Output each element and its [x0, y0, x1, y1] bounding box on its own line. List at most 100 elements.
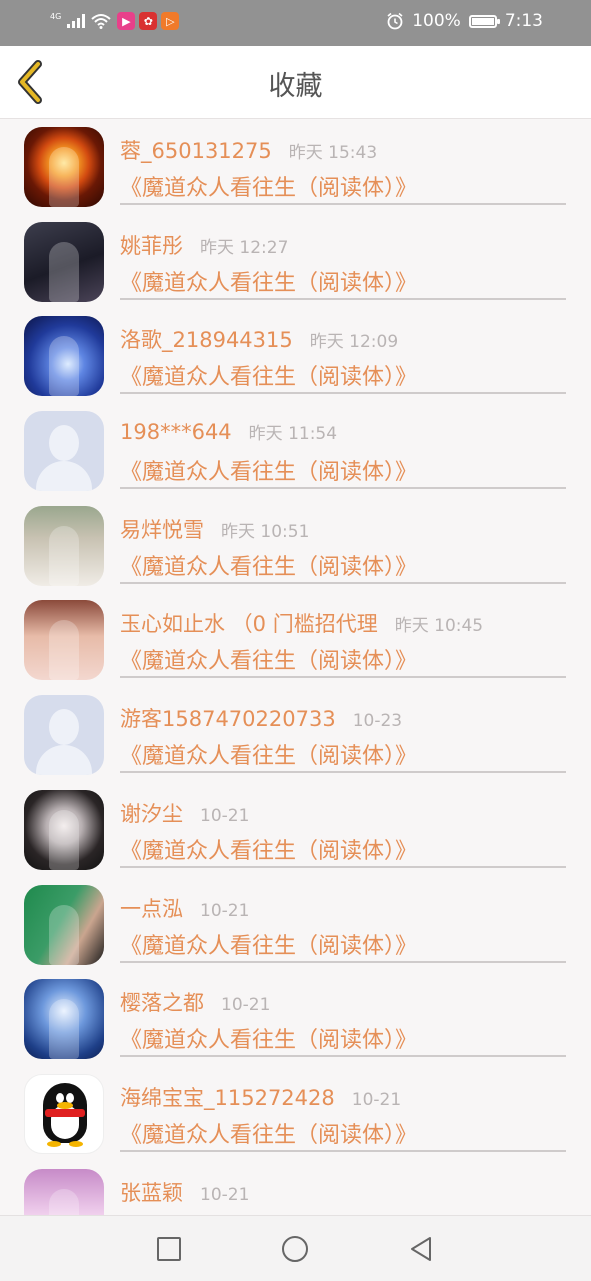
- lottery-app-icon: ✿: [139, 12, 158, 30]
- item-header: 海绵宝宝_115272428 10-21: [120, 1082, 401, 1112]
- back-nav-button[interactable]: [406, 1234, 436, 1264]
- username[interactable]: 一点泓: [120, 893, 183, 923]
- book-title-link[interactable]: 《魔道众人看往生（阅读体）》: [120, 454, 417, 486]
- battery-percent: 100%: [412, 11, 461, 31]
- username[interactable]: 游客1587470220733: [120, 703, 336, 733]
- username[interactable]: 海绵宝宝_115272428: [120, 1082, 335, 1112]
- avatar[interactable]: [24, 316, 104, 397]
- item-header: 蓉_650131275 昨天 15:43: [120, 135, 377, 165]
- username[interactable]: 198***644: [120, 420, 232, 444]
- list-item[interactable]: 谢汐尘 10-21 《魔道众人看往生（阅读体）》: [0, 782, 591, 877]
- divider: [120, 771, 566, 774]
- item-header: 一点泓 10-21: [120, 893, 249, 923]
- battery-icon: [468, 14, 500, 28]
- avatar[interactable]: [24, 884, 104, 965]
- list-item[interactable]: 洛歌_218944315 昨天 12:09 《魔道众人看往生（阅读体）》: [0, 308, 591, 403]
- username[interactable]: 谢汐尘: [120, 798, 183, 828]
- timestamp: 昨天 12:27: [200, 237, 289, 258]
- status-left-icons: 4G ▶ ✿ ▷: [50, 12, 180, 30]
- avatar-figure: [49, 999, 79, 1060]
- timestamp: 10-21: [200, 805, 250, 826]
- list-item[interactable]: 玉心如止水 （0 门槛招代理 昨天 10:45 《魔道众人看往生（阅读体）》: [0, 592, 591, 687]
- avatar-figure: [49, 809, 79, 870]
- username[interactable]: 洛歌_218944315: [120, 324, 293, 354]
- timestamp: 昨天 10:45: [394, 616, 484, 637]
- divider: [120, 297, 566, 300]
- book-title-link[interactable]: 《魔道众人看往生（阅读体）》: [120, 1117, 417, 1149]
- avatar[interactable]: [24, 789, 104, 870]
- status-right-icons: 100% 7:13: [386, 11, 543, 31]
- timestamp: 昨天 12:09: [309, 332, 399, 353]
- avatar[interactable]: [24, 979, 104, 1060]
- username[interactable]: 玉心如止水 （0 门槛招代理: [120, 608, 378, 638]
- avatar-body-shape: [36, 461, 92, 492]
- item-header: 易烊悦雪 昨天 10:51: [120, 514, 309, 544]
- item-header: 洛歌_218944315 昨天 12:09: [120, 324, 398, 354]
- username[interactable]: 张蓝颖: [120, 1177, 183, 1207]
- list-item[interactable]: 游客1587470220733 10-23 《魔道众人看往生（阅读体）》: [0, 687, 591, 782]
- divider: [120, 203, 566, 205]
- username[interactable]: 姚菲彤: [120, 230, 183, 260]
- list-item[interactable]: 易烊悦雪 昨天 10:51 《魔道众人看往生（阅读体）》: [0, 498, 591, 593]
- book-title-link[interactable]: 《魔道众人看往生（阅读体）》: [120, 170, 417, 202]
- timestamp: 10-23: [352, 711, 403, 732]
- recent-apps-button[interactable]: [154, 1234, 184, 1264]
- book-title-link[interactable]: 《魔道众人看往生（阅读体）》: [120, 928, 417, 960]
- list-item[interactable]: 海绵宝宝_115272428 10-21 《魔道众人看往生（阅读体）》: [0, 1066, 591, 1161]
- avatar[interactable]: [24, 411, 104, 492]
- book-title-link[interactable]: 《魔道众人看往生（阅读体）》: [120, 265, 417, 297]
- list-item[interactable]: 樱落之都 10-21 《魔道众人看往生（阅读体）》: [0, 971, 591, 1066]
- book-title-link[interactable]: 《魔道众人看往生（阅读体）》: [120, 643, 417, 675]
- avatar[interactable]: [24, 695, 104, 776]
- avatar-figure: [49, 525, 79, 586]
- list-item[interactable]: 蓉_650131275 昨天 15:43 《魔道众人看往生（阅读体）》: [0, 119, 591, 214]
- timestamp: 10-21: [351, 1089, 402, 1110]
- item-header: 张蓝颖 10-21: [120, 1177, 249, 1207]
- username[interactable]: 易烊悦雪: [120, 514, 204, 544]
- app-notification-icons: ▶ ✿ ▷: [117, 12, 180, 30]
- book-title-link[interactable]: 《魔道众人看往生（阅读体）》: [120, 549, 417, 581]
- divider: [120, 487, 566, 490]
- list-item[interactable]: 姚菲彤 昨天 12:27 《魔道众人看往生（阅读体）》: [0, 214, 591, 309]
- username[interactable]: 蓉_650131275: [120, 135, 272, 165]
- list-item[interactable]: 一点泓 10-21 《魔道众人看往生（阅读体）》: [0, 877, 591, 972]
- avatar[interactable]: [24, 1073, 104, 1154]
- divider: [120, 865, 566, 868]
- divider: [120, 1055, 566, 1058]
- item-header: 谢汐尘 10-21: [120, 798, 249, 828]
- list-item[interactable]: 198***644 昨天 11:54 《魔道众人看往生（阅读体）》: [0, 403, 591, 498]
- divider: [120, 1149, 566, 1152]
- timestamp: 10-21: [200, 1184, 250, 1205]
- back-triangle-icon: [411, 1237, 431, 1261]
- timestamp: 昨天 11:54: [248, 424, 338, 445]
- alarm-icon: [387, 12, 403, 30]
- home-button[interactable]: [280, 1234, 310, 1264]
- page-title: 收藏: [268, 71, 323, 102]
- username[interactable]: 樱落之都: [120, 987, 204, 1017]
- avatar[interactable]: [24, 505, 104, 586]
- item-header: 姚菲彤 昨天 12:27: [120, 230, 288, 260]
- book-title-link[interactable]: 《魔道众人看往生（阅读体）》: [120, 359, 417, 391]
- signal-icon: [67, 14, 86, 28]
- avatar-figure: [49, 904, 79, 965]
- avatar-figure: [49, 1188, 79, 1215]
- avatar[interactable]: [24, 127, 104, 207]
- avatar[interactable]: [24, 1168, 104, 1215]
- favorites-list[interactable]: 蓉_650131275 昨天 15:43 《魔道众人看往生（阅读体）》 姚菲彤 昨天 1…: [0, 119, 591, 1215]
- penguin-foot: [69, 1140, 83, 1147]
- item-header: 198***644 昨天 11:54: [120, 419, 337, 444]
- book-title-link[interactable]: 《魔道众人看往生（阅读体）》: [120, 1022, 417, 1054]
- book-title-link[interactable]: 《魔道众人看往生（阅读体）》: [120, 833, 417, 865]
- timestamp: 10-21: [200, 900, 250, 921]
- timestamp: 昨天 10:51: [221, 521, 310, 542]
- divider: [120, 676, 566, 679]
- clock: 7:13: [504, 11, 543, 31]
- list-item[interactable]: 张蓝颖10-21《魔道众人看往生（阅读体）》: [0, 1161, 591, 1215]
- avatar-figure: [49, 620, 79, 681]
- timestamp: 10-21: [221, 995, 271, 1016]
- system-nav-bar: [0, 1215, 591, 1281]
- book-title-link[interactable]: 《魔道众人看往生（阅读体）》: [120, 738, 417, 770]
- avatar[interactable]: [24, 221, 104, 302]
- avatar[interactable]: [24, 600, 104, 681]
- avatar-body-shape: [36, 745, 92, 776]
